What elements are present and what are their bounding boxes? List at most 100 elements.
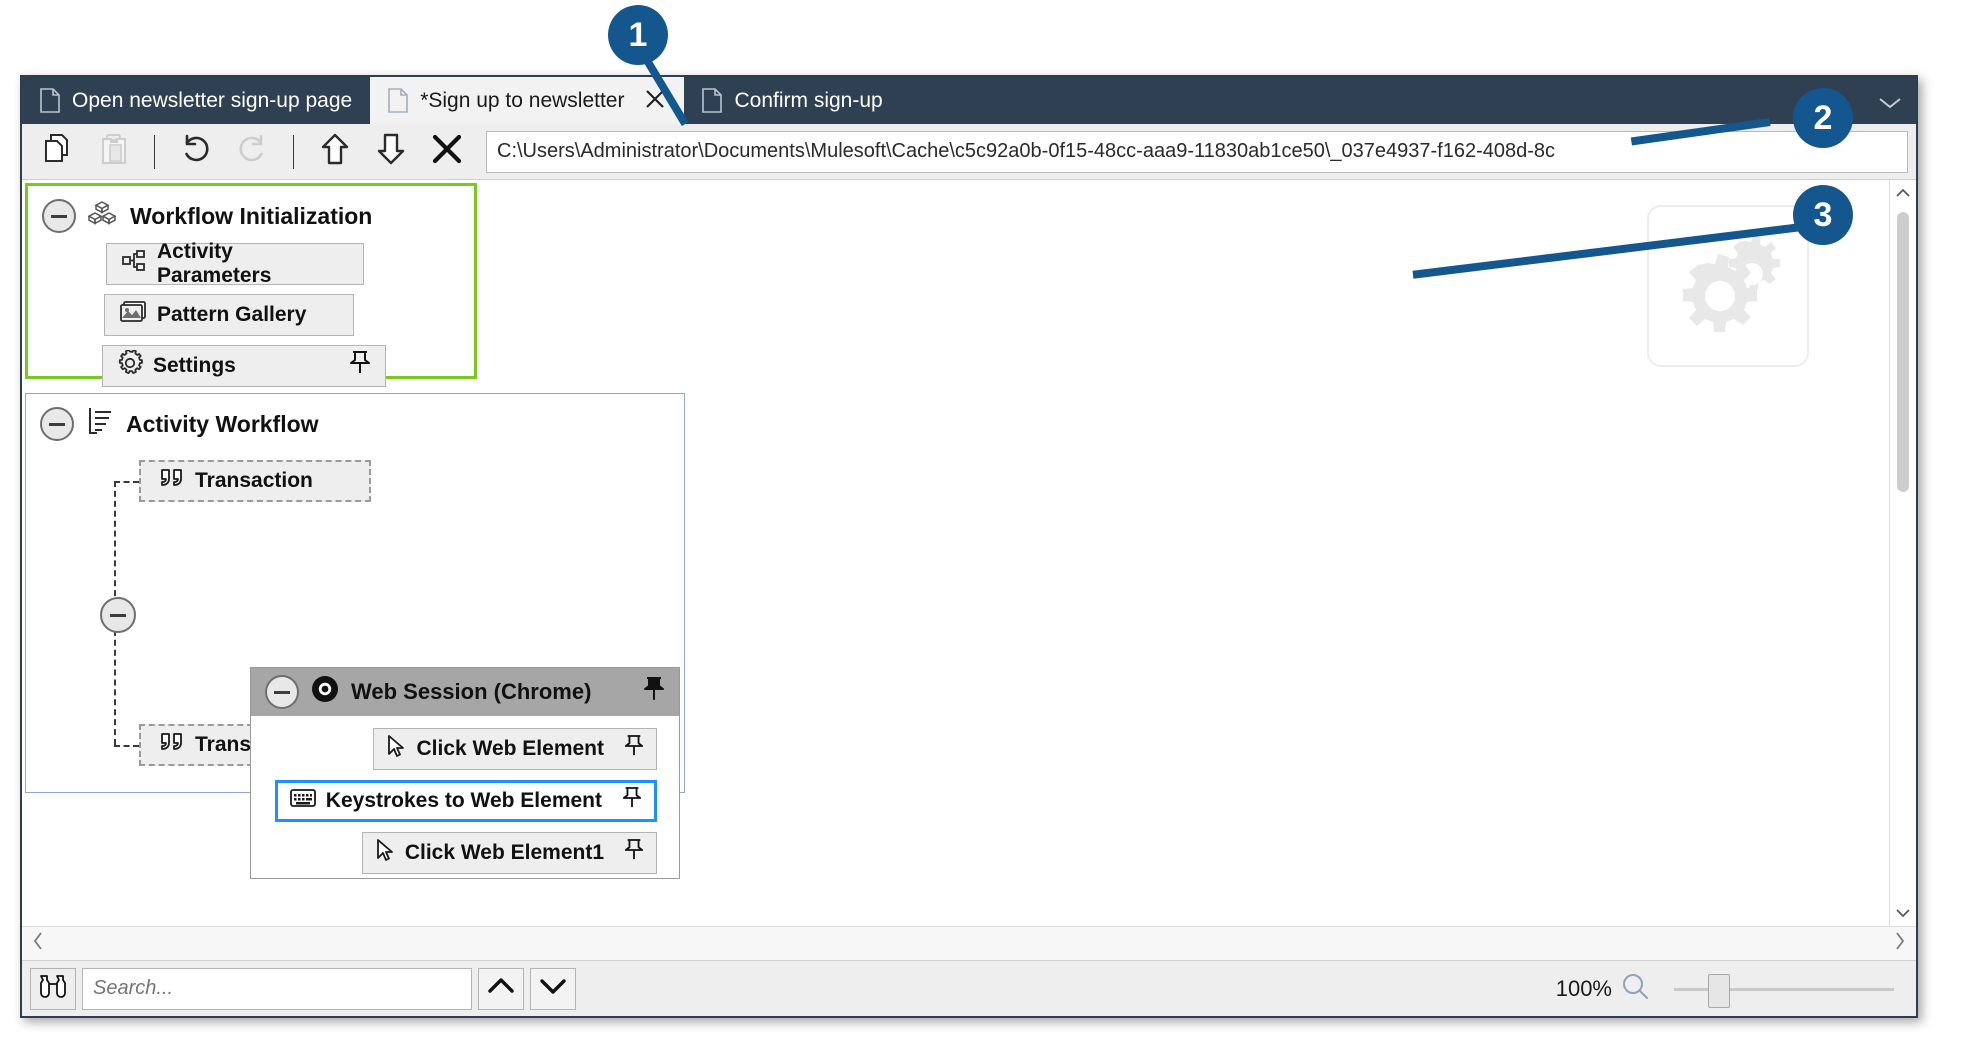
scroll-right-icon[interactable] <box>1894 931 1906 957</box>
activity-parameters-button[interactable]: Activity Parameters <box>106 240 364 287</box>
tab-label: *Sign up to newsletter <box>420 88 625 112</box>
toolbar-separator <box>154 134 155 169</box>
search-toggle-button[interactable] <box>30 967 76 1010</box>
tab-confirm-sign-up[interactable]: Confirm sign-up <box>684 77 900 124</box>
pin-icon[interactable] <box>331 350 371 382</box>
workflow-canvas[interactable]: Workflow Initialization Activity Paramet… <box>22 180 1889 926</box>
delete-button[interactable] <box>420 128 474 176</box>
action-label: Keystrokes to Web Element <box>325 789 602 812</box>
vertical-scroll-track[interactable] <box>1890 206 1916 900</box>
next-match-button[interactable] <box>530 967 576 1010</box>
undo-icon <box>179 132 213 171</box>
transaction-label: Transaction <box>195 469 313 492</box>
settings-label: Settings <box>153 354 236 377</box>
copy-icon <box>42 133 72 170</box>
keyboard-icon <box>289 788 316 814</box>
list-icon <box>86 407 112 441</box>
scroll-left-icon[interactable] <box>32 931 44 957</box>
vertical-scroll-thumb[interactable] <box>1897 212 1909 492</box>
callout-badge-1: 1 <box>608 5 668 65</box>
collapse-minus-icon[interactable] <box>42 199 76 233</box>
pattern-gallery-label: Pattern Gallery <box>157 303 307 326</box>
pin-icon[interactable] <box>624 838 644 868</box>
binoculars-icon <box>38 973 68 1004</box>
search-input[interactable] <box>82 967 472 1010</box>
tab-label: Confirm sign-up <box>734 88 883 112</box>
close-x-icon <box>431 133 463 170</box>
zoom-slider-thumb[interactable] <box>1708 973 1730 1008</box>
canvas-row: Workflow Initialization Activity Paramet… <box>22 180 1916 926</box>
activity-parameters-label: Activity Parameters <box>157 240 272 287</box>
application-window: Open newsletter sign-up page *Sign up to… <box>20 75 1918 1018</box>
document-icon <box>40 88 60 113</box>
canvas-area: Workflow Initialization Activity Paramet… <box>22 180 1916 960</box>
click-web-element-action[interactable]: Click Web Element <box>373 728 657 770</box>
zoom-level-label: 100% <box>1555 975 1612 1001</box>
action-label: Click Web Element <box>416 737 604 760</box>
zoom-slider[interactable] <box>1674 968 1894 1010</box>
arrow-up-icon <box>320 132 350 171</box>
zoom-slider-track <box>1674 987 1894 991</box>
transaction-start-node[interactable]: Transaction <box>139 460 371 502</box>
cursor-icon <box>386 734 406 764</box>
keystrokes-to-web-element-action[interactable]: Keystrokes to Web Element <box>274 780 657 822</box>
gear-icon <box>117 349 143 382</box>
pattern-gallery-button[interactable]: Pattern Gallery <box>104 294 354 336</box>
callout-badge-2: 2 <box>1793 88 1853 148</box>
address-bar[interactable]: C:\Users\Administrator\Documents\Mulesof… <box>486 130 1908 173</box>
pin-icon[interactable] <box>622 786 642 816</box>
chevron-down-icon <box>539 976 567 1001</box>
workflow-initialization-group[interactable]: Workflow Initialization Activity Paramet… <box>25 183 477 387</box>
callout-number: 1 <box>628 15 648 54</box>
web-session-title: Web Session (Chrome) <box>351 679 592 704</box>
arrow-down-icon <box>376 132 406 171</box>
magnifier-icon[interactable] <box>1620 971 1650 1006</box>
tab-overflow-icon[interactable] <box>1878 94 1902 116</box>
blocks-icon <box>87 200 117 232</box>
undo-button[interactable] <box>169 128 223 176</box>
redo-icon <box>235 132 269 171</box>
parameters-icon <box>121 249 147 279</box>
scroll-up-icon[interactable] <box>1890 180 1916 206</box>
workflow-initialization-header: Workflow Initialization <box>28 186 474 233</box>
settings-button[interactable]: Settings <box>102 345 386 387</box>
tab-bar: Open newsletter sign-up page *Sign up to… <box>22 77 1916 124</box>
tab-label: Open newsletter sign-up page <box>72 88 353 112</box>
chevron-up-icon <box>487 976 515 1001</box>
toolbar-separator <box>293 134 294 169</box>
tab-open-newsletter-signup-page[interactable]: Open newsletter sign-up page <box>22 77 370 124</box>
paste-icon <box>98 133 128 170</box>
web-session-items: Click Web Element Keystrokes to Web Elem… <box>251 716 679 874</box>
collapse-minus-icon[interactable] <box>40 407 74 441</box>
cursor-icon <box>375 838 395 868</box>
copy-button[interactable] <box>30 128 84 176</box>
screenshot-root: Open newsletter sign-up page *Sign up to… <box>0 0 1966 1038</box>
callout-badge-3: 3 <box>1793 185 1853 245</box>
scroll-down-icon[interactable] <box>1890 900 1916 926</box>
tab-sign-up-to-newsletter[interactable]: *Sign up to newsletter <box>370 77 685 124</box>
gallery-icon <box>119 300 147 330</box>
quote-icon <box>159 731 185 759</box>
click-web-element1-action[interactable]: Click Web Element1 <box>361 832 657 874</box>
workflow-initialization-title: Workflow Initialization <box>130 202 373 229</box>
action-label: Click Web Element1 <box>404 841 604 864</box>
previous-match-button[interactable] <box>478 967 524 1010</box>
document-icon <box>702 88 723 113</box>
pin-icon[interactable] <box>624 734 644 764</box>
workflow-connector-collapse-icon[interactable] <box>100 597 136 633</box>
move-down-button[interactable] <box>364 128 418 176</box>
horizontal-scrollbar[interactable] <box>22 926 1916 960</box>
vertical-scrollbar[interactable] <box>1889 180 1916 926</box>
status-bar: 100% <box>22 960 1916 1016</box>
web-session-header[interactable]: Web Session (Chrome) <box>251 668 679 716</box>
pin-icon[interactable] <box>643 676 665 708</box>
callout-number: 3 <box>1813 195 1833 234</box>
paste-button[interactable] <box>86 128 140 176</box>
web-session-group[interactable]: Web Session (Chrome) Click Web Element K… <box>250 667 680 879</box>
workflow-connector-branch-top <box>114 481 139 485</box>
move-up-button[interactable] <box>308 128 362 176</box>
redo-button[interactable] <box>225 128 279 176</box>
toolbar: C:\Users\Administrator\Documents\Mulesof… <box>22 124 1916 180</box>
quote-icon <box>159 467 185 495</box>
collapse-minus-icon[interactable] <box>265 675 299 709</box>
